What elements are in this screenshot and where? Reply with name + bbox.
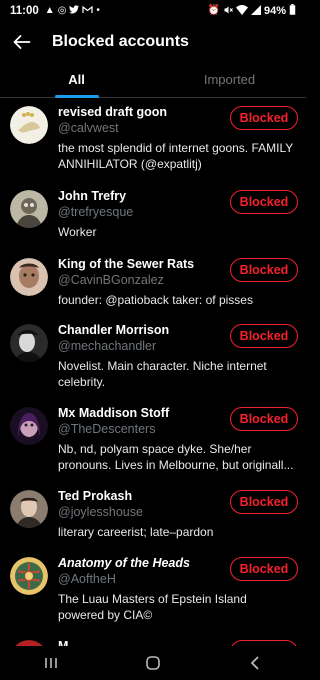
account-name: John Trefry: [58, 189, 127, 203]
avatar[interactable]: [10, 557, 48, 595]
list-item[interactable]: Chandler Morrison @mechachandler Novelis…: [0, 322, 306, 398]
account-name: King of the Sewer Rats: [58, 257, 195, 271]
blocked-button[interactable]: Blocked: [230, 490, 298, 514]
back-button[interactable]: [2, 22, 42, 62]
account-bio: founder: @patioback taker: of pisses: [58, 293, 253, 307]
recents-button[interactable]: [31, 648, 71, 678]
account-bio: literary careerist; late–pardon: [58, 525, 214, 539]
tab-bar: All Imported: [0, 62, 306, 98]
system-nav-bar: [0, 646, 306, 680]
tab-active-indicator: [54, 95, 99, 98]
list-item[interactable]: Mx Maddison Stoff @TheDescenters Nb, nd,…: [0, 405, 306, 481]
account-name: Mx Maddison Stoff: [58, 406, 170, 420]
avatar[interactable]: [10, 407, 48, 445]
account-name: revised draft goon: [58, 105, 168, 119]
list-item[interactable]: John Trefry @trefryesque Worker Blocked: [0, 188, 306, 246]
battery-level: 94%: [263, 5, 286, 17]
blocked-button[interactable]: Blocked: [230, 324, 298, 348]
account-bio: Nb, nd, polyam space dyke. She/her prono…: [58, 442, 294, 472]
alert-icon: ▲: [44, 5, 55, 16]
status-left: 11:00 ▲ ◎ •: [10, 5, 100, 17]
gmail-icon: [82, 5, 94, 17]
recents-icon: [45, 658, 57, 668]
list-item[interactable]: King of the Sewer Rats @CavinBGonzalez f…: [0, 256, 306, 314]
tab-all-label: All: [68, 72, 85, 87]
status-right: ⏰ 94%: [208, 4, 296, 18]
list-item[interactable]: revised draft goon @calvwest the most sp…: [0, 104, 306, 184]
home-icon: [146, 656, 160, 670]
back-icon: [250, 656, 259, 670]
system-back-button[interactable]: [235, 648, 275, 678]
avatar[interactable]: [10, 258, 48, 296]
blocked-button[interactable]: Blocked: [230, 190, 298, 214]
avatar[interactable]: [10, 324, 48, 362]
blocked-button[interactable]: Blocked: [230, 106, 298, 130]
avatar[interactable]: [10, 106, 48, 144]
account-bio: Worker: [58, 225, 97, 239]
status-bar: 11:00 ▲ ◎ • ⏰ 94%: [0, 0, 306, 22]
list-item[interactable]: M... Blocked: [0, 638, 306, 646]
avatar[interactable]: [10, 490, 48, 528]
arrow-left-icon: [13, 35, 31, 49]
battery-icon: [289, 4, 296, 18]
account-bio: The Luau Masters of Epstein Island power…: [58, 592, 247, 622]
list-item[interactable]: Anatomy of the Heads @AoftheH The Luau M…: [0, 555, 306, 631]
blocked-button[interactable]: Blocked: [230, 258, 298, 282]
blocked-button[interactable]: Blocked: [230, 407, 298, 431]
tab-imported[interactable]: Imported: [153, 62, 306, 97]
blocked-button[interactable]: Blocked: [230, 557, 298, 581]
dot-icon: •: [96, 5, 100, 16]
list-item[interactable]: Ted Prokash @joylesshouse literary caree…: [0, 488, 306, 546]
account-name: Chandler Morrison: [58, 323, 170, 337]
tab-all[interactable]: All: [0, 62, 153, 98]
app-header: Blocked accounts: [0, 22, 306, 62]
page-title: Blocked accounts: [52, 33, 189, 50]
avatar[interactable]: [10, 190, 48, 228]
account-bio: Novelist. Main character. Niche internet…: [58, 359, 267, 389]
twitter-icon: [69, 5, 80, 17]
signal-app-icon: ◎: [57, 5, 67, 16]
account-bio: the most splendid of internet goons. FAM…: [58, 141, 294, 171]
tab-imported-label: Imported: [203, 72, 256, 87]
account-name: M...: [58, 639, 79, 646]
status-time: 11:00: [10, 5, 39, 17]
signal-icon: [250, 4, 261, 18]
account-name: Ted Prokash: [58, 489, 133, 503]
account-name: Anatomy of the Heads: [58, 556, 190, 570]
home-button[interactable]: [133, 648, 173, 678]
wifi-icon: [235, 4, 248, 18]
alarm-icon: ⏰: [207, 5, 220, 16]
mute-icon: [223, 5, 233, 18]
